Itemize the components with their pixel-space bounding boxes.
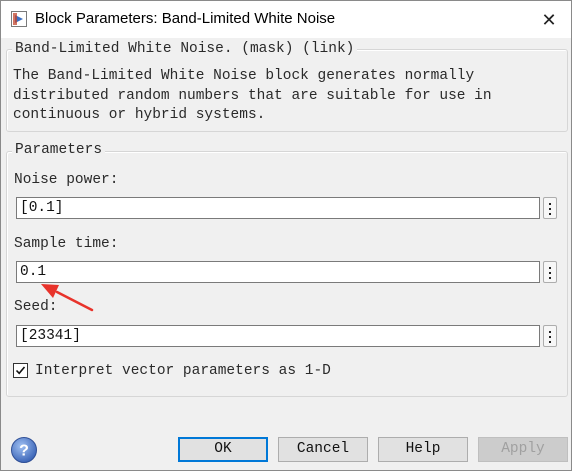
cancel-button[interactable]: Cancel	[278, 437, 368, 462]
mask-legend: Band-Limited White Noise. (mask) (link)	[12, 41, 358, 57]
mask-description: The Band-Limited White Noise block gener…	[13, 68, 492, 123]
interpret-vector-checkbox[interactable]	[13, 363, 28, 378]
seed-label: Seed:	[14, 299, 58, 315]
parameters-legend: Parameters	[12, 142, 106, 158]
vertical-ellipsis-icon	[549, 203, 551, 205]
sample-time-label: Sample time:	[14, 236, 119, 252]
help-question-icon[interactable]: ?	[10, 436, 38, 464]
seed-field[interactable]	[16, 325, 540, 347]
dialog-window: Block Parameters: Band-Limited White Noi…	[0, 0, 572, 471]
noise-power-options-button[interactable]	[543, 197, 557, 219]
sample-time-input[interactable]	[17, 262, 535, 282]
vertical-ellipsis-icon	[549, 267, 551, 269]
seed-input[interactable]	[17, 326, 535, 346]
svg-text:?: ?	[19, 443, 29, 460]
noise-power-input[interactable]	[17, 198, 535, 218]
checkmark-icon	[15, 366, 26, 375]
vertical-ellipsis-icon	[549, 331, 551, 333]
close-icon[interactable]: ✕	[536, 7, 562, 33]
apply-button[interactable]: Apply	[478, 437, 568, 462]
noise-power-field[interactable]	[16, 197, 540, 219]
noise-power-label: Noise power:	[14, 172, 119, 188]
help-button[interactable]: Help	[378, 437, 468, 462]
ok-button[interactable]: OK	[178, 437, 268, 462]
sample-time-options-button[interactable]	[543, 261, 557, 283]
interpret-vector-label[interactable]: Interpret vector parameters as 1-D	[35, 363, 331, 379]
seed-options-button[interactable]	[543, 325, 557, 347]
window-title: Block Parameters: Band-Limited White Noi…	[35, 10, 336, 27]
title-bar[interactable]: Block Parameters: Band-Limited White Noi…	[1, 1, 571, 38]
simulink-block-icon	[11, 11, 27, 27]
sample-time-field[interactable]	[16, 261, 540, 283]
